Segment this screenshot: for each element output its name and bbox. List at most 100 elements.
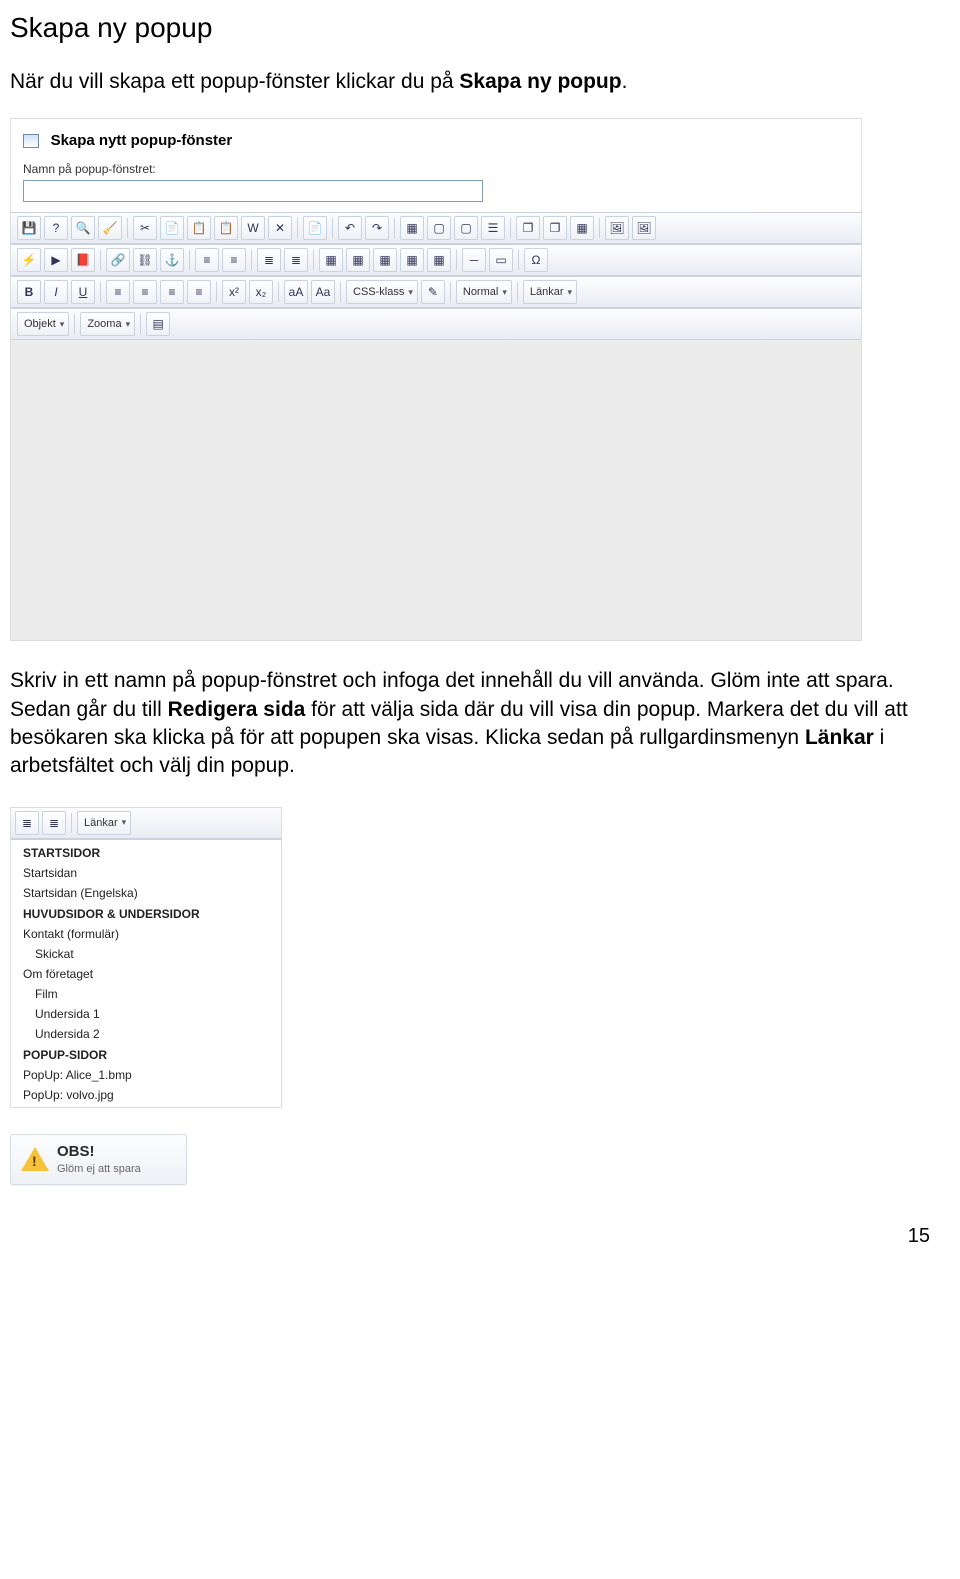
links-combo[interactable]: Länkar▾ <box>523 280 577 304</box>
separator <box>278 282 279 302</box>
media-icon[interactable]: ▶ <box>44 248 68 272</box>
clear-format-icon[interactable]: 🧹 <box>98 216 122 240</box>
editor-title: Skapa nytt popup-fönster <box>51 133 233 150</box>
list-bullet-icon[interactable]: ≣ <box>42 811 66 835</box>
font-down-icon[interactable]: Aa <box>311 280 335 304</box>
grid-icon[interactable]: ▦ <box>400 216 424 240</box>
align-r-icon[interactable]: ≡ <box>160 280 184 304</box>
window-icon <box>23 134 39 148</box>
separator <box>450 282 451 302</box>
links-dropdown-screenshot: ≣ ≣ Länkar▾ STARTSIDOR Startsidan Starts… <box>10 807 282 1108</box>
links-item[interactable]: Undersida 1 <box>11 1004 281 1024</box>
obs-callout: OBS! Glöm ej att spara <box>10 1134 187 1185</box>
links-item[interactable]: Undersida 2 <box>11 1024 281 1044</box>
find-icon[interactable]: 🔍 <box>71 216 95 240</box>
intro-paragraph: När du vill skapa ett popup-fönster klic… <box>10 68 930 96</box>
word-icon[interactable]: W <box>241 216 265 240</box>
layer2-icon[interactable]: ❐ <box>543 216 567 240</box>
flash-icon[interactable]: ⚡ <box>17 248 41 272</box>
image-edit-icon[interactable]: 🖼 <box>632 216 656 240</box>
links-menu: STARTSIDOR Startsidan Startsidan (Engels… <box>11 839 281 1107</box>
hr-icon[interactable]: ─ <box>462 248 486 272</box>
pdf-icon[interactable]: 📕 <box>71 248 95 272</box>
table-prop-icon[interactable]: ▦ <box>570 216 594 240</box>
list-num-icon[interactable]: ≣ <box>15 811 39 835</box>
intro-text-pre: När du vill skapa ett popup-fönster klic… <box>10 70 459 93</box>
obs-sub: Glöm ej att spara <box>57 1163 141 1175</box>
links-item[interactable]: PopUp: volvo.jpg <box>11 1085 281 1105</box>
table-col-icon[interactable]: ▦ <box>373 248 397 272</box>
separator <box>140 314 141 334</box>
copy-icon[interactable]: 📄 <box>160 216 184 240</box>
table-del-row-icon[interactable]: ▦ <box>400 248 424 272</box>
align-c-icon[interactable]: ≡ <box>133 280 157 304</box>
editor-canvas[interactable] <box>11 340 861 640</box>
align-left-icon[interactable]: ≡ <box>195 248 219 272</box>
align-center-icon[interactable]: ≡ <box>222 248 246 272</box>
unlink-icon[interactable]: ⛓ <box>133 248 157 272</box>
name-field-label: Namn på popup-fönstret: <box>11 156 861 178</box>
cut-icon[interactable]: ✂ <box>133 216 157 240</box>
paste-icon[interactable]: 📋 <box>187 216 211 240</box>
font-up-icon[interactable]: aA <box>284 280 308 304</box>
table-icon[interactable]: ▦ <box>319 248 343 272</box>
remove-icon[interactable]: ✕ <box>268 216 292 240</box>
help-icon[interactable]: ? <box>44 216 68 240</box>
links-item[interactable]: Startsidan (Engelska) <box>11 883 281 903</box>
css-class-combo[interactable]: CSS-klass▾ <box>346 280 418 304</box>
link-icon[interactable]: 🔗 <box>106 248 130 272</box>
editor-screenshot: Skapa nytt popup-fönster Namn på popup-f… <box>10 118 862 641</box>
separator <box>100 282 101 302</box>
links-heading: STARTSIDOR <box>11 842 281 863</box>
image-icon[interactable]: 🖼 <box>605 216 629 240</box>
toolbar-row-4: Objekt▾ Zooma▾ ▤ <box>11 308 861 340</box>
obs-title: OBS! <box>57 1143 141 1161</box>
separator <box>313 250 314 270</box>
table-del-col-icon[interactable]: ▦ <box>427 248 451 272</box>
box-icon[interactable]: ▭ <box>489 248 513 272</box>
new-icon[interactable]: 📄 <box>303 216 327 240</box>
align-l-icon[interactable]: ≡ <box>106 280 130 304</box>
links-item[interactable]: Kontakt (formulär) <box>11 924 281 944</box>
crop-icon[interactable]: ▢ <box>427 216 451 240</box>
underline-icon[interactable]: U <box>71 280 95 304</box>
obs-text: OBS! Glöm ej att spara <box>57 1143 141 1176</box>
italic-icon[interactable]: I <box>44 280 68 304</box>
zoom-combo[interactable]: Zooma▾ <box>80 312 135 336</box>
links-item[interactable]: Om företaget <box>11 964 281 984</box>
page-title: Skapa ny popup <box>10 12 930 44</box>
separator <box>74 314 75 334</box>
save-icon[interactable]: 💾 <box>17 216 41 240</box>
links-open-combo[interactable]: Länkar▾ <box>77 811 131 835</box>
page-number: 15 <box>10 1225 930 1248</box>
omega-icon[interactable]: Ω <box>524 248 548 272</box>
toolbar-row-2: ⚡ ▶ 📕 🔗 ⛓ ⚓ ≡ ≡ ≣ ≣ ▦ ▦ ▦ ▦ ▦ ─ ▭ Ω <box>11 244 861 276</box>
paste-word-icon[interactable]: 📋 <box>214 216 238 240</box>
body-paragraph-2: Skriv in ett namn på popup-fönstret och … <box>10 667 930 780</box>
undo-icon[interactable]: ↶ <box>338 216 362 240</box>
bold-icon[interactable]: B <box>17 280 41 304</box>
list-num-icon[interactable]: ≣ <box>257 248 281 272</box>
popup-name-input[interactable] <box>23 180 483 202</box>
links-item[interactable]: Startsidan <box>11 863 281 883</box>
style-normal-combo[interactable]: Normal▾ <box>456 280 512 304</box>
object-combo[interactable]: Objekt▾ <box>17 312 69 336</box>
separator <box>517 282 518 302</box>
links-item[interactable]: Film <box>11 984 281 1004</box>
form-icon[interactable]: ☰ <box>481 216 505 240</box>
links-item[interactable]: Skickat <box>11 944 281 964</box>
toolbar-row-3: B I U ≡ ≡ ≡ ≡ x² x₂ aA Aa CSS-klass▾ ✎ N… <box>11 276 861 308</box>
sup-icon[interactable]: x² <box>222 280 246 304</box>
separator <box>599 218 600 238</box>
xyz-icon[interactable]: ▢ <box>454 216 478 240</box>
align-j-icon[interactable]: ≡ <box>187 280 211 304</box>
props-icon[interactable]: ▤ <box>146 312 170 336</box>
sub-icon[interactable]: x₂ <box>249 280 273 304</box>
list-bullet-icon[interactable]: ≣ <box>284 248 308 272</box>
links-item[interactable]: PopUp: Alice_1.bmp <box>11 1065 281 1085</box>
redo-icon[interactable]: ↷ <box>365 216 389 240</box>
anchor-icon[interactable]: ⚓ <box>160 248 184 272</box>
table-row-icon[interactable]: ▦ <box>346 248 370 272</box>
layer-icon[interactable]: ❐ <box>516 216 540 240</box>
eraser-icon[interactable]: ✎ <box>421 280 445 304</box>
